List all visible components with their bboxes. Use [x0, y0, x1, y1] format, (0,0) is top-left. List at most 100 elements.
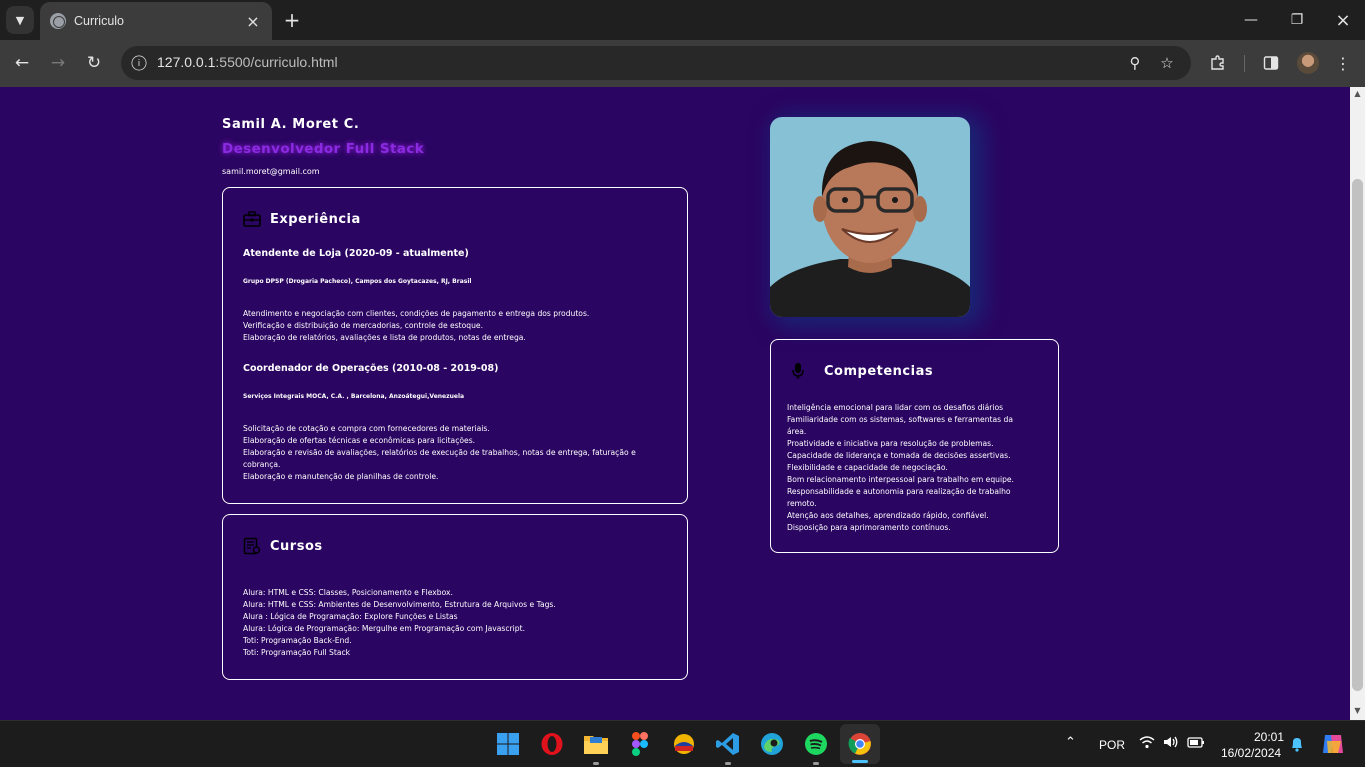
- clock-time[interactable]: 20:01: [1254, 730, 1284, 744]
- skills-card: Competencias Inteligência emocional para…: [770, 339, 1059, 553]
- description-line: Verificação e distribuição de mercadoria…: [243, 321, 483, 330]
- clock-date[interactable]: 16/02/2024: [1221, 746, 1281, 760]
- description-line: Elaboração e manutenção de planilhas de …: [243, 472, 439, 481]
- copilot-icon[interactable]: [1321, 733, 1345, 759]
- tab-search-button[interactable]: ▼: [6, 6, 34, 34]
- chevron-up-icon[interactable]: ⌃: [1065, 735, 1076, 750]
- info-icon[interactable]: i: [131, 55, 147, 71]
- volume-icon[interactable]: [1163, 735, 1179, 753]
- wifi-icon[interactable]: [1139, 735, 1155, 753]
- windows-start-icon[interactable]: [493, 729, 523, 759]
- skill-item: Responsabilidade e autonomia para realiz…: [787, 487, 1011, 496]
- pcloud-icon[interactable]: [669, 729, 699, 759]
- description-line: Elaboração de relatórios, avaliações e l…: [243, 333, 526, 342]
- description-line: Atendimento e negociação com clientes, c…: [243, 309, 590, 318]
- vertical-scrollbar[interactable]: ▲ ▼: [1350, 87, 1365, 720]
- briefcase-icon: [243, 210, 261, 228]
- restore-button[interactable]: ❐: [1282, 8, 1312, 32]
- job-company: Serviços Integrais MOCA, C.A. , Barcelon…: [243, 393, 465, 400]
- notification-bell-icon[interactable]: [1290, 736, 1304, 756]
- toolbar-divider: [1244, 55, 1245, 72]
- skill-item: Capacidade de liderança e tomada de deci…: [787, 451, 1011, 460]
- skills-title: Competencias: [824, 363, 934, 379]
- reload-button[interactable]: ↻: [82, 51, 106, 75]
- side-panel-icon[interactable]: [1260, 52, 1282, 74]
- skill-item: Atenção aos detalhes, aprendizado rápido…: [787, 511, 989, 520]
- courses-title: Cursos: [270, 538, 323, 554]
- profile-photo: [770, 117, 970, 317]
- course-item: Alura : Lógica de Programação: Explore F…: [243, 612, 458, 621]
- profile-avatar[interactable]: [1297, 52, 1319, 74]
- course-item: Alura: HTML e CSS: Classes, Posicionamen…: [243, 588, 453, 597]
- description-line: Elaboração de ofertas técnicas e econômi…: [243, 436, 476, 445]
- skill-item: área.: [787, 427, 807, 436]
- tab-title: Curriculo: [74, 14, 125, 28]
- spotify-icon[interactable]: [801, 729, 831, 765]
- new-tab-button[interactable]: +: [280, 8, 304, 32]
- certificate-icon: [243, 537, 261, 555]
- courses-header: Cursos: [243, 537, 323, 555]
- person-name: Samil A. Moret C.: [222, 117, 360, 132]
- job-role: Desenvolvedor Full Stack: [222, 141, 425, 157]
- scroll-down-icon[interactable]: ▼: [1353, 706, 1362, 715]
- scroll-thumb[interactable]: [1352, 179, 1363, 691]
- courses-card: Cursos Alura: HTML e CSS: Classes, Posic…: [222, 514, 688, 680]
- skill-item: Inteligência emocional para lidar com os…: [787, 403, 1004, 412]
- edge-icon[interactable]: [757, 729, 787, 759]
- running-indicator: [593, 762, 599, 765]
- course-item: Toti: Programação Back-End.: [243, 636, 352, 645]
- microphone-icon: [789, 362, 807, 380]
- course-item: Toti: Programação Full Stack: [243, 648, 351, 657]
- vscode-icon[interactable]: [713, 729, 743, 765]
- experience-header: Experiência: [243, 210, 361, 228]
- bookmark-star-icon[interactable]: ☆: [1157, 53, 1177, 73]
- running-indicator: [813, 762, 819, 765]
- course-item: Alura: HTML e CSS: Ambientes de Desenvol…: [243, 600, 556, 609]
- window-close-button[interactable]: ×: [1328, 8, 1358, 32]
- extensions-icon[interactable]: [1207, 52, 1229, 74]
- opera-icon[interactable]: [537, 729, 567, 759]
- globe-icon: [50, 13, 66, 29]
- forward-button[interactable]: →: [46, 51, 70, 75]
- course-item: Alura: Lógica de Programação: Mergulhe e…: [243, 624, 525, 633]
- job-title: Coordenador de Operações (2010-08 - 2019…: [243, 363, 499, 374]
- skill-item: Proatividade e iniciativa para resolução…: [787, 439, 994, 448]
- zoom-icon[interactable]: ⚲: [1125, 53, 1145, 73]
- close-icon[interactable]: ×: [244, 12, 262, 31]
- description-line: Elaboração e revisão de avaliações, rela…: [243, 448, 636, 457]
- courses-list: Alura: HTML e CSS: Classes, Posicionamen…: [243, 587, 556, 659]
- skills-list: Inteligência emocional para lidar com os…: [787, 402, 1014, 534]
- windows-taskbar: ⌃ POR 20:01 16/02/2024: [0, 720, 1365, 767]
- figma-icon[interactable]: [625, 729, 655, 759]
- url-text[interactable]: 127.0.0.1:5500/curriculo.html: [157, 54, 338, 70]
- battery-icon[interactable]: [1187, 735, 1205, 753]
- skill-item: Disposição para aprimoramento contínuos.: [787, 523, 951, 532]
- chevron-down-icon: ▼: [15, 13, 25, 27]
- skill-item: Familiaridade com os sistemas, softwares…: [787, 415, 1014, 424]
- file-explorer-icon[interactable]: [581, 729, 611, 765]
- description-line: Solicitação de cotação e compra com forn…: [243, 424, 490, 433]
- running-indicator: [852, 760, 868, 763]
- job-description: Atendimento e negociação com clientes, c…: [243, 308, 589, 344]
- chrome-icon[interactable]: [840, 724, 880, 764]
- job-company: Grupo DPSP (Drogaria Pacheco), Campos do…: [243, 278, 472, 285]
- skill-item: Flexibilidade e capacidade de negociação…: [787, 463, 948, 472]
- skills-header: Competencias: [789, 362, 933, 380]
- job-title: Atendente de Loja (2020-09 - atualmente): [243, 248, 469, 259]
- running-indicator: [725, 762, 731, 765]
- scroll-up-icon[interactable]: ▲: [1353, 89, 1362, 98]
- browser-toolbar: ← → ↻ i 127.0.0.1:5500/curriculo.html ⚲ …: [0, 40, 1365, 87]
- address-bar[interactable]: i 127.0.0.1:5500/curriculo.html ⚲ ☆: [121, 46, 1191, 80]
- browser-titlebar: ▼ Curriculo × + — ❐ ×: [0, 0, 1365, 40]
- experience-card: Experiência Atendente de Loja (2020-09 -…: [222, 187, 688, 504]
- job-description: Solicitação de cotação e compra com forn…: [243, 423, 636, 483]
- minimize-button[interactable]: —: [1236, 8, 1266, 32]
- more-menu-icon[interactable]: ⋮: [1332, 52, 1354, 74]
- page-viewport: Samil A. Moret C. Desenvolvedor Full Sta…: [0, 87, 1350, 720]
- back-button[interactable]: ←: [10, 51, 34, 75]
- description-line: cobrança.: [243, 460, 281, 469]
- browser-tab[interactable]: Curriculo ×: [40, 2, 272, 40]
- input-language[interactable]: POR: [1099, 738, 1125, 752]
- experience-title: Experiência: [270, 211, 361, 227]
- skill-item: remoto.: [787, 499, 817, 508]
